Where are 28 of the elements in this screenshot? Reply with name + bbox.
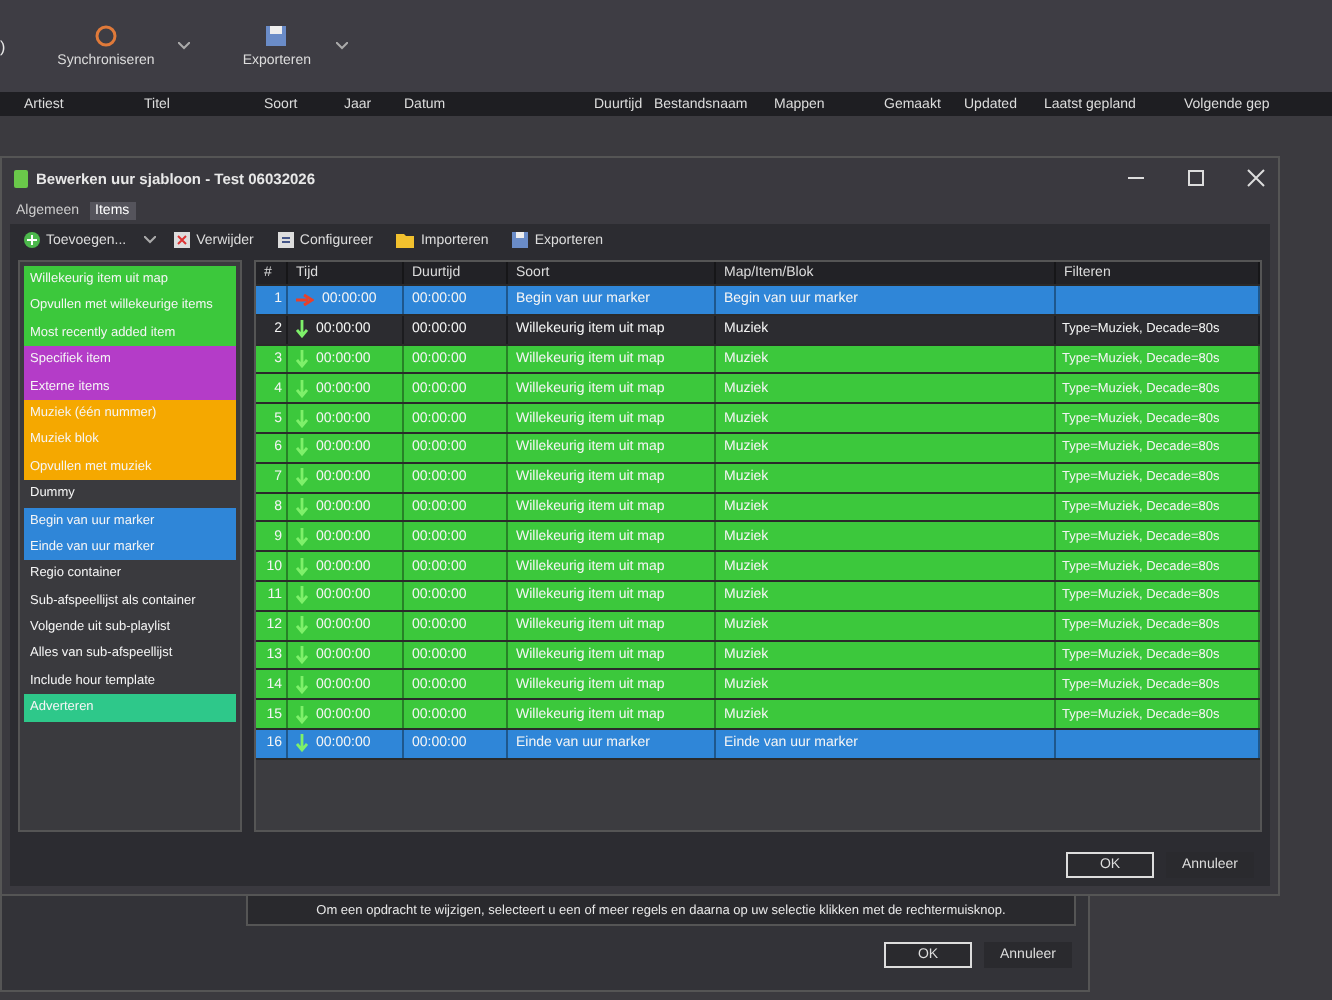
- down-arrow-icon: [296, 438, 308, 457]
- down-arrow-icon: [296, 349, 308, 368]
- down-arrow-icon: [296, 379, 308, 398]
- toolbar-text: ): [0, 37, 6, 55]
- down-arrow-icon: [296, 705, 308, 724]
- down-arrow-icon: [296, 320, 308, 339]
- caret-icon[interactable]: [144, 236, 157, 244]
- plus-icon: [24, 232, 40, 248]
- document-icon: [14, 169, 28, 187]
- folder-icon: [396, 233, 415, 247]
- maximize-icon[interactable]: [1186, 168, 1206, 188]
- down-arrow-icon: [296, 675, 308, 694]
- down-arrow-icon: [296, 468, 308, 487]
- caret-icon[interactable]: [178, 42, 191, 50]
- right-arrow-icon: [296, 293, 314, 306]
- document-icon: [277, 232, 294, 248]
- down-arrow-icon: [296, 616, 308, 635]
- sync-icon: [93, 24, 118, 48]
- down-arrow-icon: [296, 586, 308, 605]
- down-arrow-icon: [296, 645, 308, 664]
- delete-icon: [174, 232, 191, 248]
- down-arrow-icon: [296, 527, 308, 546]
- down-arrow-icon: [296, 557, 308, 576]
- down-arrow-icon: [296, 497, 308, 516]
- close-icon[interactable]: [1246, 168, 1266, 188]
- down-arrow-icon: [296, 409, 308, 428]
- caret-icon[interactable]: [335, 42, 348, 50]
- down-arrow-icon: [296, 734, 308, 753]
